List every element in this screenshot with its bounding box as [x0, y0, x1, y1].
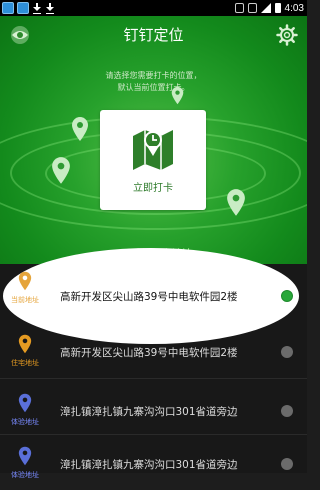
map-pin-icon	[72, 117, 88, 141]
map-clock-icon	[133, 130, 173, 170]
divider	[0, 434, 307, 435]
hero-panel: 钉钉定位 请选择您需要打卡的位置， 默认当前位置打卡。 立即打卡	[0, 16, 307, 264]
map-pin-icon	[227, 189, 245, 216]
location-radio-selected[interactable]	[281, 290, 293, 302]
system-icons: 4:03	[234, 1, 304, 15]
hint-text: 请选择您需要打卡的位置， 默认当前位置打卡。	[0, 70, 307, 94]
location-tag: 住宅地址	[11, 359, 39, 367]
location-tag: 当前地址	[11, 296, 39, 304]
map-pin-icon	[18, 446, 32, 466]
map-pin-icon	[18, 393, 32, 413]
location-radio[interactable]	[281, 458, 293, 470]
hint-line: 默认当前位置打卡。	[117, 83, 190, 92]
clock: 4:03	[284, 2, 304, 14]
location-address: 高新开发区尖山路39号中电软件园2楼	[60, 291, 238, 303]
check-in-button[interactable]: 立即打卡	[100, 110, 206, 210]
location-item[interactable]: 体验地址 漳扎镇漳扎镇九寨沟沟口301省道旁边	[0, 385, 307, 437]
location-item-selected[interactable]: 当前地址 高新开发区尖山路39号中电软件园2楼	[0, 263, 307, 315]
status-bar: 4:03	[0, 0, 307, 16]
map-pin-icon	[18, 271, 32, 291]
download-icon	[45, 2, 55, 14]
location-address: 漳扎镇漳扎镇九寨沟沟口301省道旁边	[60, 459, 238, 471]
alarm-icon	[247, 3, 257, 13]
divider	[0, 378, 307, 379]
map-pin-icon	[52, 157, 70, 184]
check-in-label: 立即打卡	[133, 183, 173, 194]
location-address: 漳扎镇漳扎镇九寨沟沟口301省道旁边	[60, 406, 238, 418]
page-title: 钉钉定位	[123, 26, 184, 44]
location-radio[interactable]	[281, 405, 293, 417]
location-address: 高新开发区尖山路39号中电软件园2楼	[60, 347, 238, 359]
gear-icon[interactable]	[276, 24, 298, 46]
signal-icon	[260, 3, 271, 13]
location-tag: 体验地址	[11, 418, 39, 426]
location-radio[interactable]	[281, 346, 293, 358]
map-pin-icon	[18, 334, 32, 354]
hint-line: 请选择您需要打卡的位置，	[105, 71, 202, 80]
notification-icons	[2, 1, 55, 15]
location-tag: 体验地址	[11, 471, 39, 479]
app-notification-icon	[17, 2, 29, 14]
location-item[interactable]: 体验地址 漳扎镇漳扎镇九寨沟沟口301省道旁边	[0, 438, 307, 490]
vibrate-icon	[234, 3, 244, 13]
map-pin-icon	[171, 86, 184, 105]
download-icon	[32, 2, 42, 14]
battery-icon	[274, 3, 281, 13]
app-notification-icon	[2, 2, 14, 14]
